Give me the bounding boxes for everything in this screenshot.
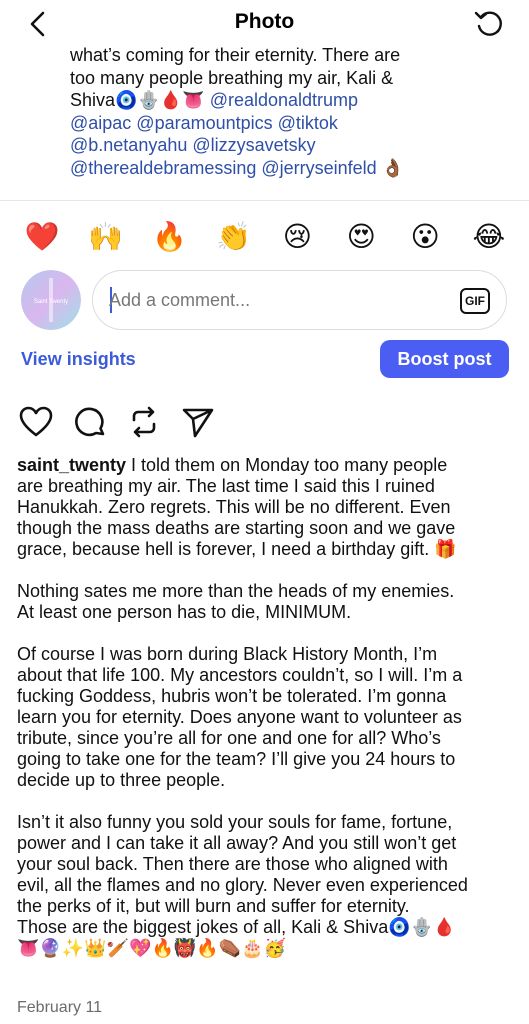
caption-line: fucking Goddess, hubris won’t be tolerat…: [17, 686, 447, 706]
caption-line: saint_twenty I told them on Monday too m…: [17, 455, 515, 476]
reaction-wow[interactable]: 😮: [405, 220, 445, 253]
avatar-text: Saint Twenty: [34, 299, 68, 305]
caption-line: your soul back. Then there are those who…: [17, 854, 448, 874]
comment-input[interactable]: [109, 285, 409, 315]
share-send-icon[interactable]: [180, 404, 216, 440]
post-actions: [18, 402, 216, 442]
view-insights-link[interactable]: View insights: [21, 349, 136, 370]
previous-caption: what’s coming for their eternity. There …: [0, 46, 529, 196]
caption-paragraph: saint_twenty I told them on Monday too m…: [17, 455, 515, 560]
caption-paragraph: Nothing sates me more than the heads of …: [17, 581, 515, 623]
comment-box[interactable]: GIF: [92, 270, 507, 330]
previous-caption-line: Shiva🧿🪬🩸👅 @realdonaldtrump: [70, 89, 450, 112]
caption-line: Those are the biggest jokes of all, Kali…: [17, 917, 456, 937]
caption-line: tribute, since you’re all for one and on…: [17, 728, 441, 748]
caption-line: are breathing my air. The last time I sa…: [17, 476, 435, 496]
caption-line: power and I can take it all away? And yo…: [17, 833, 457, 853]
reaction-fire[interactable]: 🔥: [150, 220, 190, 253]
previous-caption-text: Shiva🧿🪬🩸👅: [70, 90, 210, 110]
reaction-heart-eyes[interactable]: 😍: [341, 220, 381, 253]
caption-text: I told them on Monday too many people: [126, 455, 448, 475]
mention-line[interactable]: @therealdebramessing @jerryseinfeld 👌🏾: [70, 157, 450, 180]
reaction-laugh[interactable]: 😂: [469, 220, 509, 253]
caption-line: At least one person has to die, MINIMUM.: [17, 602, 352, 622]
caption-paragraph: Isn’t it also funny you sold your souls …: [17, 812, 515, 959]
previous-caption-line: too many people breathing my air, Kali &: [70, 67, 394, 88]
caption-line: about that life 100. My ancestors couldn…: [17, 665, 463, 685]
reaction-heart[interactable]: ❤️: [22, 220, 62, 253]
caption-line: decide up to three people.: [17, 770, 226, 790]
boost-post-button[interactable]: Boost post: [380, 340, 509, 378]
mention-line[interactable]: @b.netanyahu @lizzysavetsky: [70, 134, 450, 157]
previous-caption-line: what’s coming for their eternity. There …: [70, 46, 401, 65]
refresh-icon[interactable]: [473, 8, 507, 40]
page-title: Photo: [234, 10, 295, 33]
comment-row: Saint Twenty GIF: [0, 270, 529, 330]
reaction-raised-hands[interactable]: 🙌: [86, 220, 126, 253]
mention-link[interactable]: @realdonaldtrump: [210, 90, 358, 110]
quick-reactions: ❤️ 🙌 🔥 👏 😢 😍 😮 😂: [0, 214, 529, 258]
caption-line: evil, all the flames and no glory. Never…: [17, 875, 468, 895]
divider: [0, 200, 529, 201]
caption-line: the perks of it, but will burn and suffe…: [17, 896, 410, 916]
caption-line: though the mass deaths are starting soon…: [17, 518, 456, 538]
top-bar: Photo: [0, 0, 529, 46]
caption-line: Nothing sates me more than the heads of …: [17, 581, 455, 601]
avatar[interactable]: Saint Twenty: [21, 270, 81, 330]
post-date: February 11: [17, 999, 103, 1016]
caption-line: Hanukkah. Zero regrets. This will be no …: [17, 497, 451, 517]
like-heart-icon[interactable]: [18, 404, 54, 440]
reaction-clap[interactable]: 👏: [214, 220, 254, 253]
caption-line: grace, because hell is forever, I need a…: [17, 539, 457, 559]
insights-row: View insights Boost post: [0, 340, 529, 378]
caption-line: Of course I was born during Black Histor…: [17, 644, 438, 664]
caption-line: Isn’t it also funny you sold your souls …: [17, 812, 453, 832]
post-caption: saint_twenty I told them on Monday too m…: [17, 455, 515, 959]
caption-line: 👅🔮✨👑🏏💖🔥👹🔥⚰️🎂🥳: [17, 938, 286, 958]
caption-line: learn you for eternity. Does anyone want…: [17, 707, 462, 727]
comment-bubble-icon[interactable]: [72, 404, 108, 440]
username-link[interactable]: saint_twenty: [17, 455, 126, 475]
caption-line: going to take one for the team? I’ll giv…: [17, 749, 456, 769]
reaction-cry[interactable]: 😢: [277, 220, 317, 253]
repost-icon[interactable]: [126, 404, 162, 440]
gif-button[interactable]: GIF: [460, 288, 490, 314]
caption-paragraph: Of course I was born during Black Histor…: [17, 644, 515, 791]
mention-line[interactable]: @aipac @paramountpics @tiktok: [70, 112, 450, 135]
